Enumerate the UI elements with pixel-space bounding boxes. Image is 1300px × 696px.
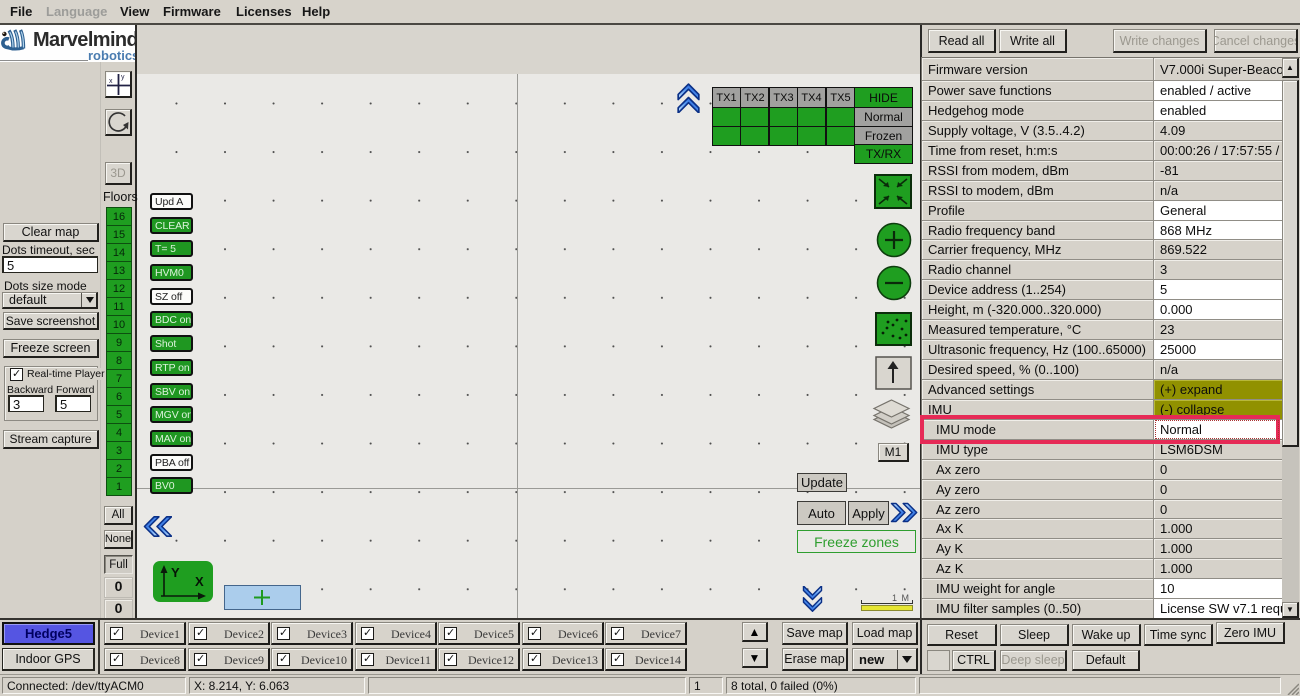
svg-text:X: X <box>195 574 204 589</box>
svg-text:y: y <box>121 74 125 81</box>
svg-text:Y: Y <box>171 565 180 580</box>
svg-text:x: x <box>109 78 113 85</box>
